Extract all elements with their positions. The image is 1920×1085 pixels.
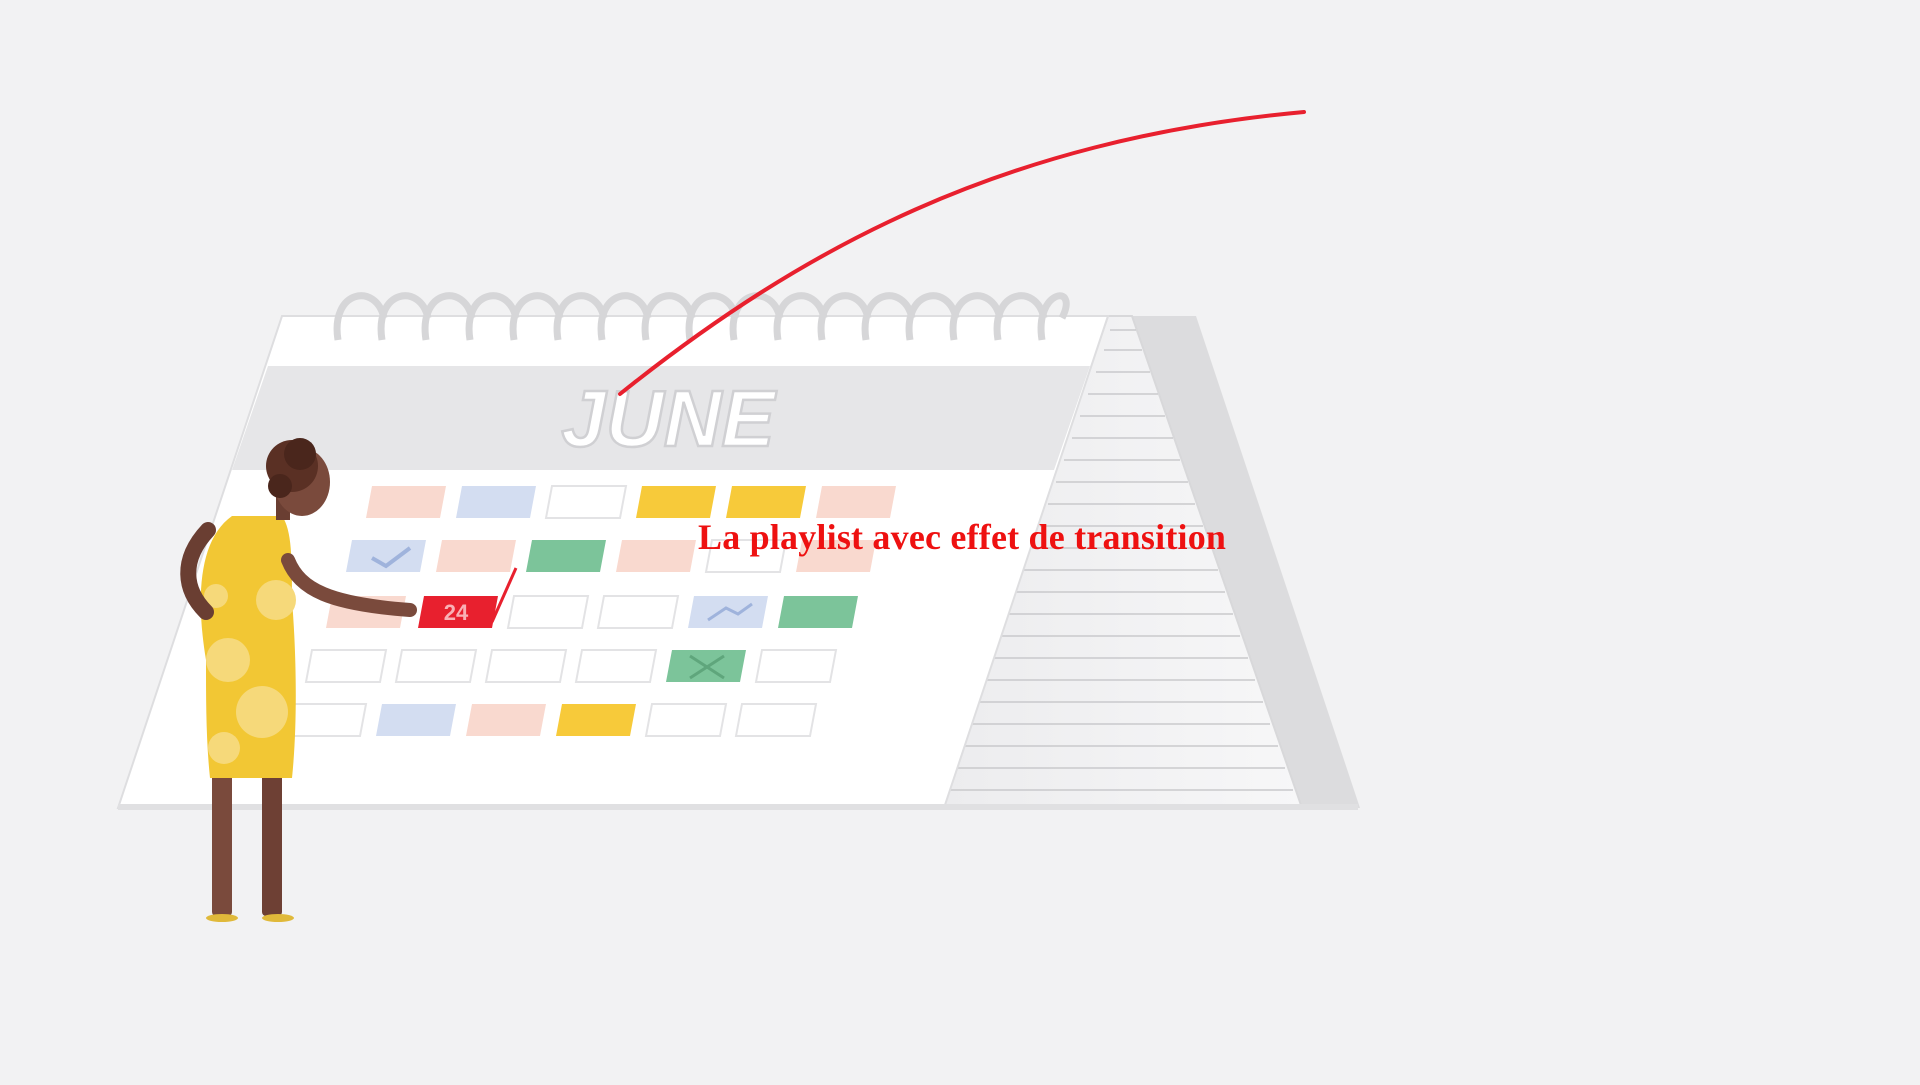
day-cell	[636, 486, 716, 518]
day-cell	[366, 486, 446, 518]
day-cell	[596, 595, 680, 629]
day-cell	[544, 485, 628, 519]
day-cell	[284, 703, 368, 737]
day-cell	[616, 540, 696, 572]
day-cell	[778, 596, 858, 628]
highlighted-day-number: 24	[444, 600, 469, 625]
day-cell	[688, 596, 768, 628]
day-cell	[506, 595, 590, 629]
day-cell	[574, 649, 658, 683]
calendar-base-shadow	[118, 804, 1358, 810]
day-cell	[816, 486, 896, 518]
day-cell	[734, 703, 818, 737]
day-cell	[726, 486, 806, 518]
overlay-caption: La playlist avec effet de transition	[698, 517, 1227, 557]
day-cell	[304, 649, 388, 683]
month-label: JUNE	[561, 374, 777, 463]
day-cell	[436, 540, 516, 572]
day-cell	[754, 649, 838, 683]
day-cell	[556, 704, 636, 736]
day-cell	[394, 649, 478, 683]
video-frame: JUNE 24 La playlist avec effet de transi…	[0, 0, 1920, 1080]
day-cell	[466, 704, 546, 736]
day-cell	[644, 703, 728, 737]
day-cell	[526, 540, 606, 572]
day-cell	[456, 486, 536, 518]
day-cell	[376, 704, 456, 736]
day-cell	[484, 649, 568, 683]
